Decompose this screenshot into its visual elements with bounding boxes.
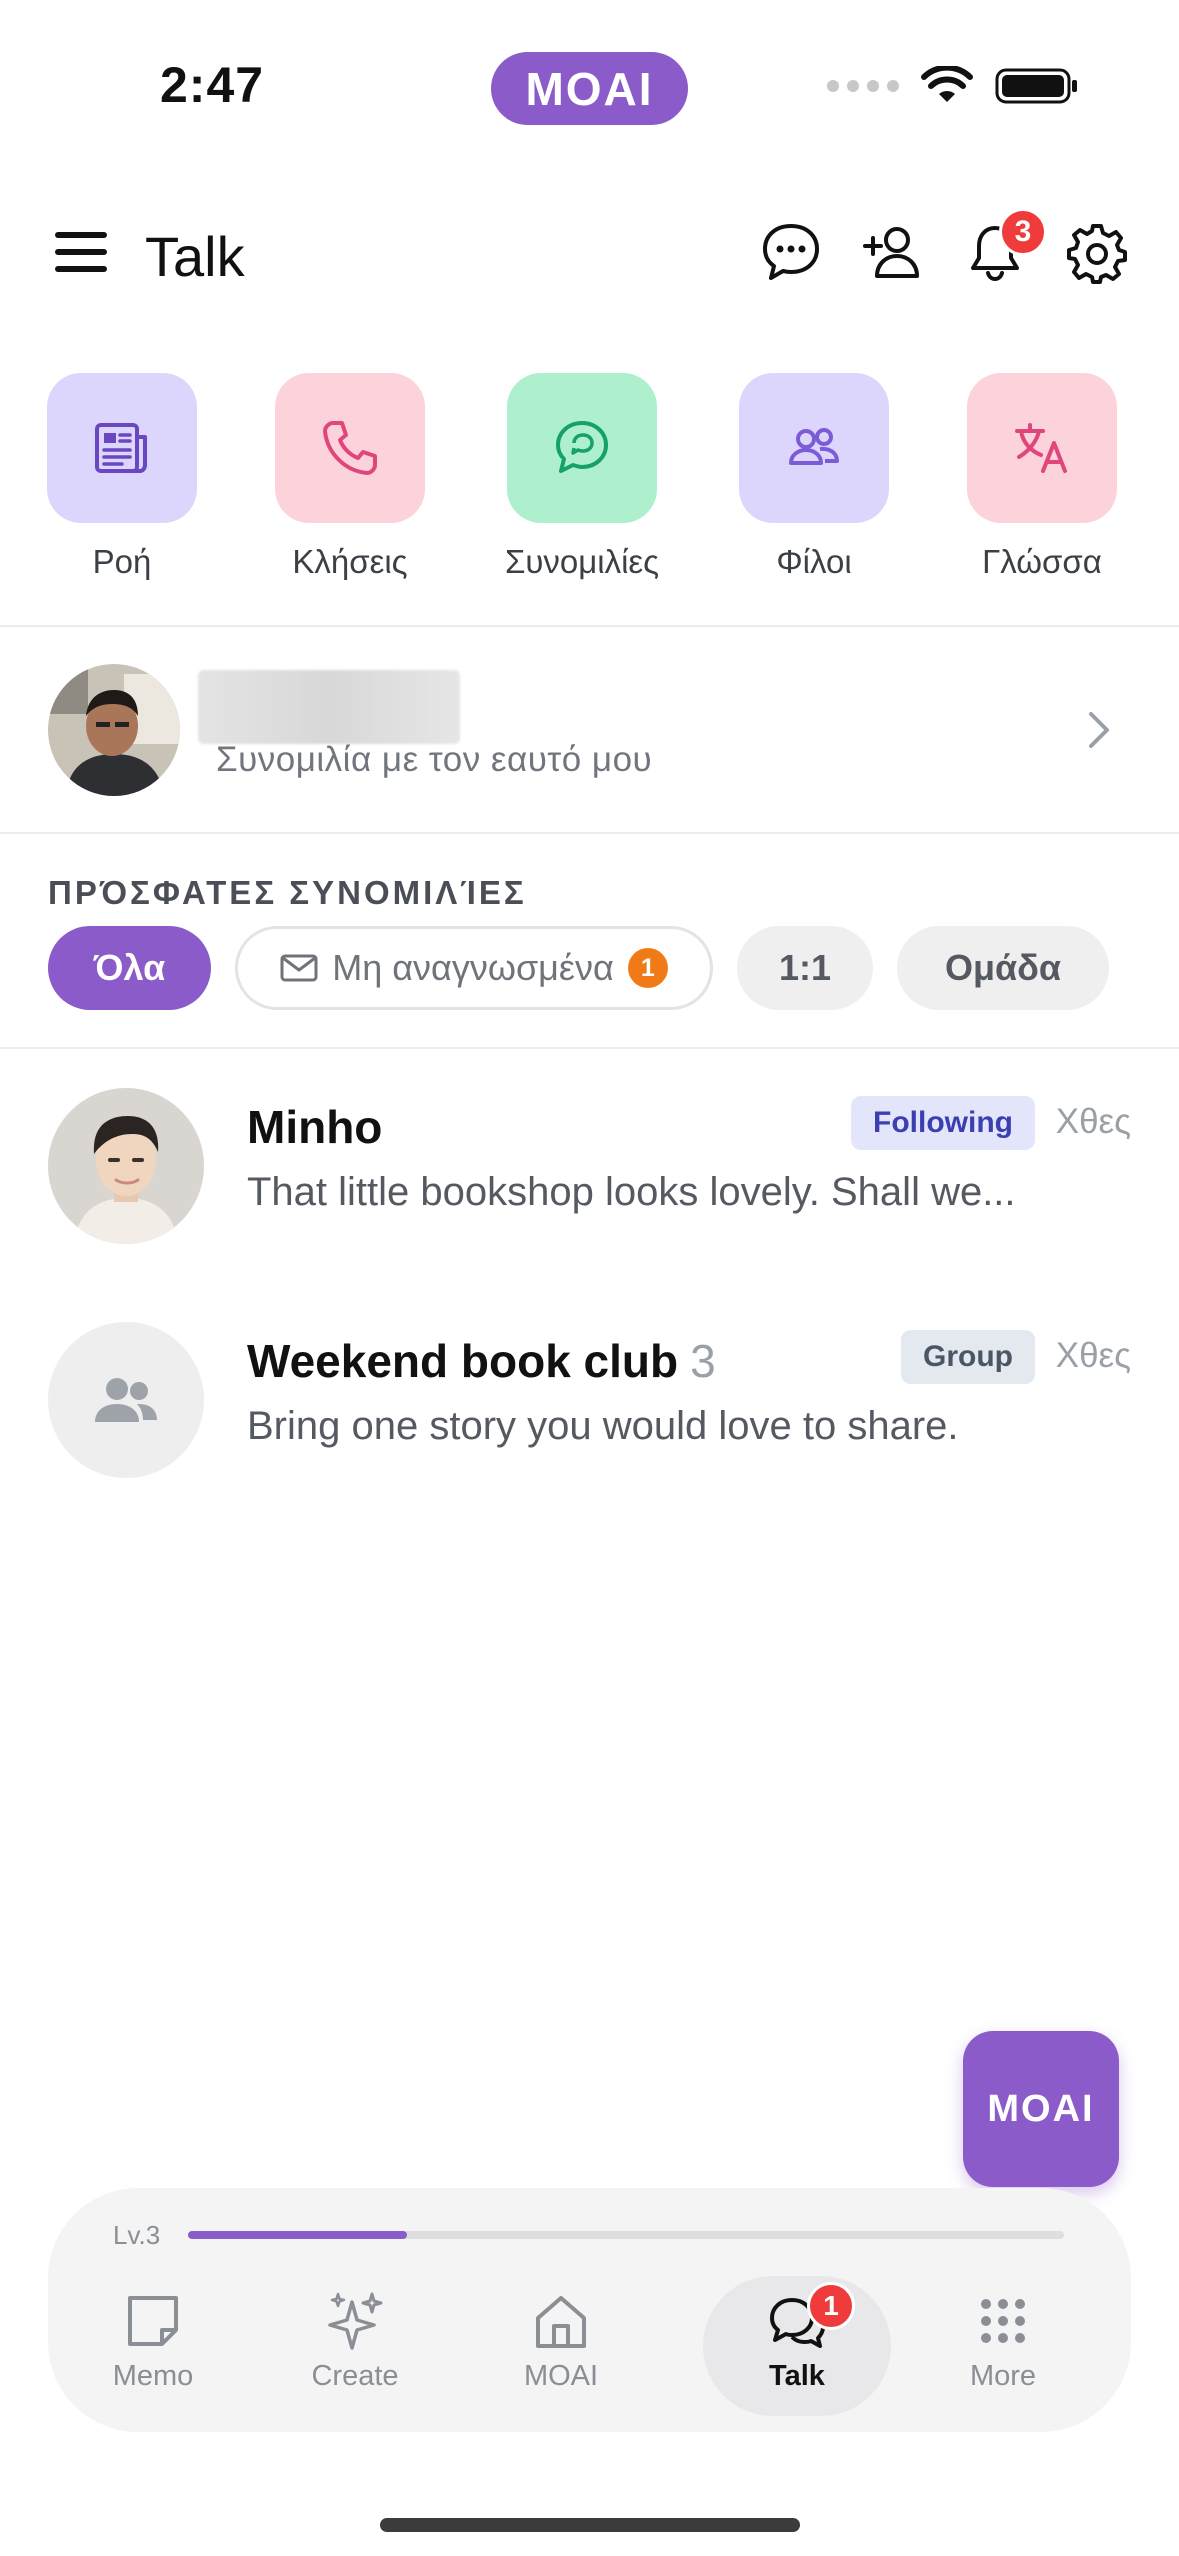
tab-label: Create bbox=[311, 2360, 399, 2392]
grid-icon bbox=[981, 2299, 1025, 2343]
add-friend-icon[interactable] bbox=[861, 220, 925, 284]
filter-group-chip[interactable]: Ομάδα bbox=[897, 926, 1109, 1010]
divider bbox=[0, 625, 1179, 627]
recent-conversations-heading: ΠΡΌΣΦΑΤΕΣ ΣΥΝΟΜΙΛΊΕΣ bbox=[48, 874, 527, 911]
quick-action-label: Φίλοι bbox=[776, 543, 852, 580]
header-actions: 3 bbox=[759, 208, 1129, 284]
unread-count-badge: 1 bbox=[627, 948, 668, 988]
conversation-preview: That little bookshop looks lovely. Shall… bbox=[247, 1170, 1016, 1214]
group-badge: Group bbox=[901, 1330, 1035, 1384]
level-progress-bar bbox=[188, 2231, 1064, 2239]
friends-icon bbox=[739, 373, 889, 523]
tab-label: Memo bbox=[112, 2360, 194, 2392]
self-chat-row[interactable]: Συνομιλία με τον εαυτό μου bbox=[0, 628, 1179, 832]
member-count: 3 bbox=[690, 1335, 716, 1387]
tab-talk[interactable]: 1 Talk bbox=[703, 2276, 891, 2416]
filter-all-chip[interactable]: Όλα bbox=[48, 926, 211, 1010]
home-icon bbox=[536, 2296, 586, 2348]
translate-icon bbox=[967, 373, 1117, 523]
new-chat-icon[interactable] bbox=[759, 220, 823, 284]
quick-action-label: Γλώσσα bbox=[982, 543, 1102, 580]
tab-moai[interactable]: MOAI bbox=[476, 2276, 646, 2416]
cellular-signal-icon bbox=[827, 80, 899, 92]
avatar bbox=[48, 664, 180, 796]
settings-gear-icon[interactable] bbox=[1065, 220, 1129, 284]
chat-bubble-icon bbox=[507, 373, 657, 523]
status-bar: 2:47 MOAI bbox=[0, 0, 1179, 160]
conversation-time: Χθες bbox=[1055, 1336, 1131, 1375]
menu-icon[interactable] bbox=[55, 232, 107, 272]
level-progress-fill bbox=[188, 2231, 407, 2239]
conversation-row-minho[interactable]: Minho Following Χθες That little booksho… bbox=[0, 1050, 1179, 1250]
tab-memo[interactable]: Memo bbox=[68, 2276, 238, 2416]
quick-action-feed[interactable]: Ροή bbox=[22, 373, 222, 581]
talk-unread-badge: 1 bbox=[807, 2282, 855, 2330]
avatar bbox=[48, 1088, 204, 1244]
app-header: Talk 3 bbox=[0, 200, 1179, 310]
quick-actions: Ροή Κλήσεις Συνομιλίες Φίλοι Γλώσσα bbox=[0, 373, 1179, 593]
notifications-bell-icon[interactable]: 3 bbox=[963, 208, 1047, 284]
bottom-navigation: Lv.3 Memo Create MOAI 1 Talk More bbox=[48, 2188, 1131, 2432]
home-indicator[interactable] bbox=[380, 2518, 800, 2532]
conversation-row-weekend-book-club[interactable]: Weekend book club 3 Group Χθες Bring one … bbox=[0, 1284, 1179, 1484]
conversation-name-text: Weekend book club bbox=[247, 1335, 679, 1387]
notification-count-badge: 3 bbox=[999, 208, 1047, 256]
sparkles-icon bbox=[328, 2292, 383, 2350]
filter-unread-label: Μη αναγνωσμένα bbox=[332, 947, 614, 988]
following-badge: Following bbox=[851, 1096, 1035, 1150]
self-name-redacted bbox=[198, 670, 460, 744]
tab-more[interactable]: More bbox=[918, 2276, 1088, 2416]
tab-label: More bbox=[969, 2360, 1037, 2392]
conversation-time: Χθες bbox=[1055, 1102, 1131, 1141]
filter-one-on-one-chip[interactable]: 1:1 bbox=[737, 926, 873, 1010]
phone-icon bbox=[275, 373, 425, 523]
conversation-filter-chips: Όλα Μη αναγνωσμένα 1 1:1 Ομάδα bbox=[48, 926, 1109, 1010]
level-label: Lv.3 bbox=[113, 2220, 161, 2250]
status-time: 2:47 bbox=[160, 57, 265, 113]
status-indicators bbox=[827, 66, 1079, 106]
conversation-name: Weekend book club 3 bbox=[247, 1334, 716, 1388]
quick-action-label: Κλήσεις bbox=[292, 543, 408, 580]
battery-icon bbox=[995, 68, 1077, 104]
memo-icon bbox=[128, 2296, 178, 2346]
group-icon bbox=[95, 1378, 157, 1422]
divider bbox=[0, 832, 1179, 834]
tab-label: MOAI bbox=[523, 2360, 599, 2392]
quick-action-label: Ροή bbox=[92, 543, 152, 580]
quick-action-calls[interactable]: Κλήσεις bbox=[250, 373, 450, 581]
conversation-preview: Bring one story you would love to share. bbox=[247, 1404, 959, 1448]
page-title: Talk bbox=[145, 225, 245, 288]
quick-action-label: Συνομιλίες bbox=[504, 543, 660, 580]
conversation-name: Minho bbox=[247, 1101, 383, 1153]
group-avatar bbox=[48, 1322, 204, 1478]
tab-label: Talk bbox=[769, 2360, 825, 2392]
divider bbox=[0, 1047, 1179, 1049]
quick-action-chats[interactable]: Συνομιλίες bbox=[482, 373, 682, 581]
mail-icon bbox=[280, 953, 318, 983]
feed-icon bbox=[47, 373, 197, 523]
app-status-pill[interactable]: MOAI bbox=[491, 52, 688, 125]
tab-create[interactable]: Create bbox=[270, 2276, 440, 2416]
wifi-icon bbox=[921, 66, 973, 102]
chevron-right-icon bbox=[1089, 712, 1109, 748]
quick-action-language[interactable]: Γλώσσα bbox=[942, 373, 1142, 581]
self-chat-subtitle: Συνομιλία με τον εαυτό μου bbox=[216, 740, 653, 779]
quick-action-friends[interactable]: Φίλοι bbox=[714, 373, 914, 581]
filter-unread-chip[interactable]: Μη αναγνωσμένα 1 bbox=[235, 926, 713, 1010]
moai-fab-button[interactable]: MOAI bbox=[963, 2031, 1119, 2187]
